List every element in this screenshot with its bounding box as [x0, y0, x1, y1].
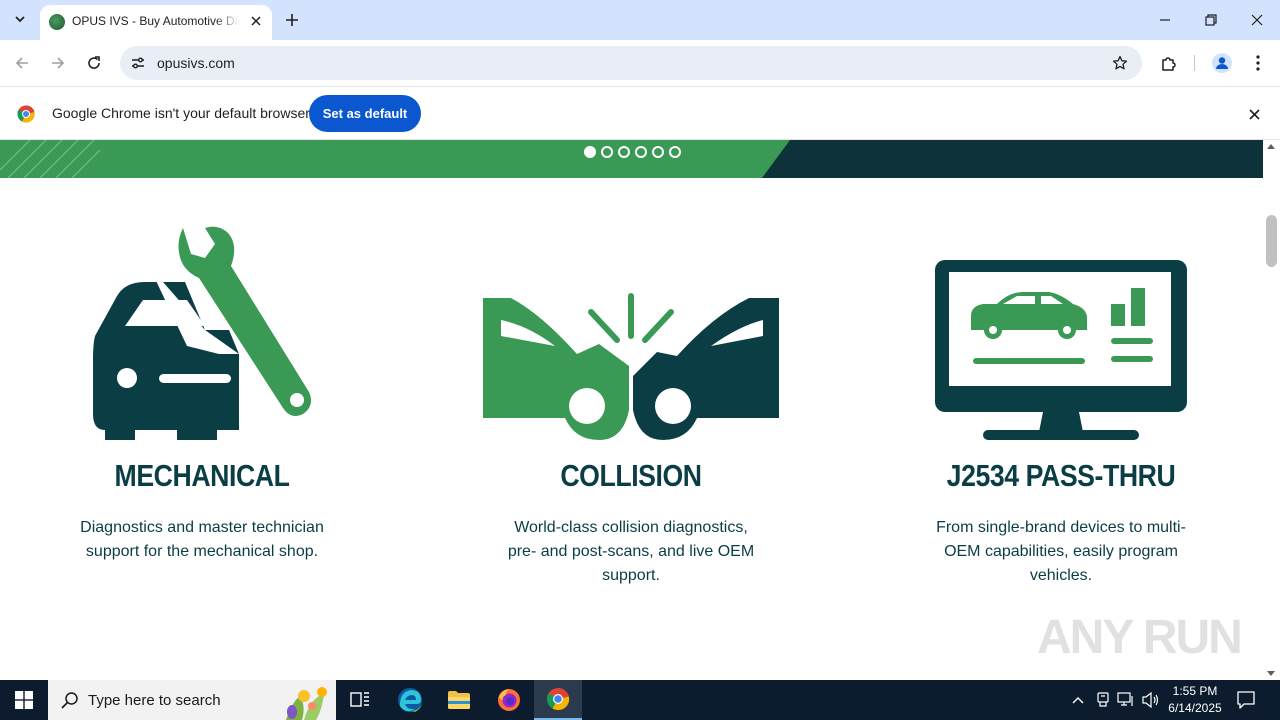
- windows-taskbar: Type here to search 1:55 PM 6/14/2025: [0, 680, 1280, 720]
- forward-button[interactable]: [44, 49, 72, 77]
- scroll-up-arrow-icon[interactable]: [1267, 144, 1275, 149]
- network-icon: [1117, 692, 1133, 706]
- search-icon: [61, 692, 78, 709]
- feature-title: J2534 PASS-THRU: [946, 458, 1176, 493]
- bookmark-button[interactable]: [1110, 53, 1130, 73]
- arrow-left-icon: [15, 57, 28, 69]
- back-button[interactable]: [8, 49, 36, 77]
- chevron-down-icon: [15, 16, 25, 23]
- anyrun-watermark: ANY RUN: [1037, 611, 1243, 664]
- carousel-dot[interactable]: [584, 146, 596, 158]
- address-bar[interactable]: opusivs.com: [120, 46, 1142, 80]
- feature-description: World-class collision diagnostics, pre- …: [507, 519, 755, 584]
- tab-search-button[interactable]: [8, 7, 32, 31]
- page-viewport: MECHANICAL Diagnostics and master techni…: [0, 140, 1263, 680]
- url-text[interactable]: opusivs.com: [157, 55, 235, 71]
- restore-button[interactable]: [1188, 0, 1234, 40]
- device-tray-button[interactable]: [1093, 690, 1113, 710]
- infobar-message: Google Chrome isn't your default browser: [52, 105, 310, 121]
- feature-j2534: J2534 PASS-THRU From single-brand device…: [896, 226, 1226, 588]
- star-icon: [1112, 55, 1128, 70]
- infobar-close-button[interactable]: [1244, 104, 1264, 124]
- minimize-icon: [1160, 19, 1170, 21]
- carousel-dot[interactable]: [618, 146, 630, 158]
- tab-close-button[interactable]: [247, 12, 265, 30]
- feature-description: Diagnostics and master technician suppor…: [80, 519, 324, 560]
- scrollbar-thumb[interactable]: [1266, 215, 1277, 267]
- more-vert-icon: [1256, 55, 1260, 71]
- profile-button[interactable]: [1208, 49, 1236, 77]
- notification-icon: [1237, 691, 1255, 709]
- reload-icon: [88, 56, 100, 69]
- new-tab-button[interactable]: [280, 8, 304, 32]
- default-browser-infobar: Google Chrome isn't your default browser…: [0, 86, 1280, 140]
- avatar-icon: [1212, 53, 1232, 73]
- collision-cars-icon: [483, 293, 779, 440]
- car-wrench-icon: [93, 226, 311, 440]
- chevron-up-icon: [1072, 697, 1084, 704]
- windows-logo-icon: [15, 691, 33, 709]
- network-button[interactable]: [1116, 690, 1136, 710]
- file-explorer-app[interactable]: [435, 680, 483, 720]
- speaker-icon: [1142, 692, 1159, 708]
- tab-title: OPUS IVS - Buy Automotive Diagnostic Too…: [72, 14, 240, 28]
- opus-favicon-icon: [49, 14, 65, 30]
- toolbar-separator: [1194, 55, 1195, 71]
- chrome-menu-button[interactable]: [1244, 49, 1272, 77]
- page-scrollbar[interactable]: [1263, 140, 1280, 680]
- carousel-dot[interactable]: [669, 146, 681, 158]
- plus-icon: [286, 14, 298, 26]
- clock-date: 6/14/2025: [1168, 701, 1222, 715]
- usb-device-icon: [1097, 692, 1109, 707]
- task-view-button[interactable]: [336, 680, 384, 720]
- action-center-button[interactable]: [1236, 690, 1258, 710]
- firefox-app[interactable]: [485, 680, 533, 720]
- firefox-icon: [498, 689, 520, 711]
- restore-icon: [1205, 14, 1217, 26]
- feature-title: MECHANICAL: [114, 458, 290, 493]
- puzzle-icon: [1162, 57, 1176, 71]
- close-icon: [251, 16, 261, 26]
- set-as-default-button[interactable]: Set as default: [309, 95, 421, 132]
- browser-toolbar: opusivs.com: [0, 40, 1280, 86]
- scroll-down-arrow-icon[interactable]: [1267, 671, 1275, 676]
- close-icon: [1248, 108, 1260, 120]
- feature-description: From single-brand devices to multi-OEM c…: [936, 519, 1186, 584]
- minimize-button[interactable]: [1142, 0, 1188, 40]
- close-window-button[interactable]: [1234, 0, 1280, 40]
- chrome-app[interactable]: [534, 680, 582, 720]
- carousel-dot[interactable]: [635, 146, 647, 158]
- browser-tab[interactable]: OPUS IVS - Buy Automotive Diagnostic Too…: [40, 5, 272, 40]
- flowers-illustration-icon: [286, 687, 327, 720]
- folder-icon: [448, 691, 470, 709]
- taskbar-clock[interactable]: 1:55 PM 6/14/2025: [1160, 683, 1230, 717]
- taskbar-search-placeholder: Type here to search: [88, 692, 221, 709]
- tune-icon: [132, 57, 144, 69]
- site-info-button[interactable]: [128, 53, 148, 73]
- edge-app[interactable]: [386, 680, 434, 720]
- show-hidden-icons-button[interactable]: [1068, 690, 1088, 710]
- reload-button[interactable]: [80, 49, 108, 77]
- task-view-icon: [350, 692, 369, 707]
- volume-button[interactable]: [1141, 690, 1161, 710]
- carousel-dot[interactable]: [652, 146, 664, 158]
- chrome-logo-icon: [17, 105, 35, 123]
- carousel-dots: [584, 146, 681, 158]
- feature-title: COLLISION: [560, 458, 702, 493]
- tab-strip: OPUS IVS - Buy Automotive Diagnostic Too…: [0, 0, 1280, 40]
- monitor-car-icon: [935, 260, 1187, 440]
- feature-collision: COLLISION World-class collision diagnost…: [466, 226, 796, 588]
- edge-icon: [398, 688, 422, 712]
- extensions-button[interactable]: [1155, 49, 1183, 77]
- start-button[interactable]: [0, 680, 48, 720]
- carousel-dot[interactable]: [601, 146, 613, 158]
- chrome-icon: [547, 687, 570, 711]
- close-icon: [1251, 14, 1263, 26]
- arrow-right-icon: [52, 57, 65, 69]
- clock-time: 1:55 PM: [1172, 684, 1218, 698]
- taskbar-search-box[interactable]: Type here to search: [48, 680, 336, 720]
- feature-mechanical: MECHANICAL Diagnostics and master techni…: [37, 226, 367, 564]
